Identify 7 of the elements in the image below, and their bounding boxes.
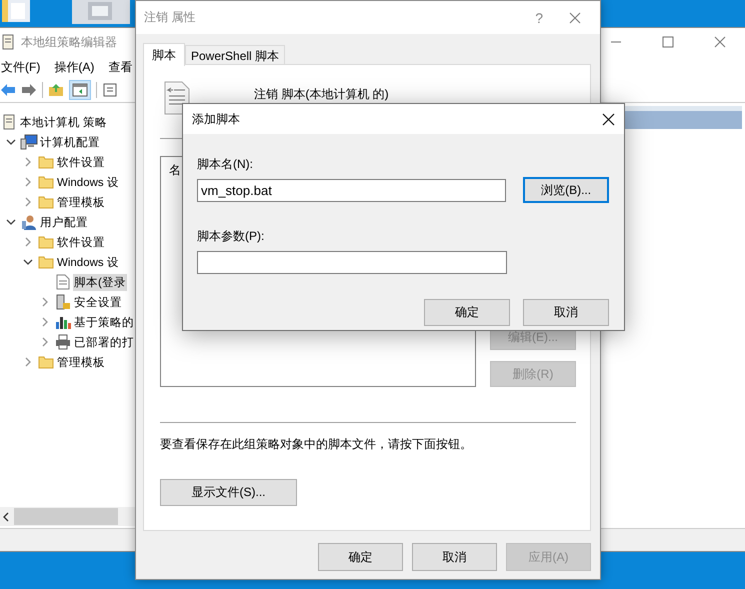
field-label: 脚本名(N): bbox=[197, 156, 254, 173]
field-label: 脚本参数(P): bbox=[197, 228, 266, 245]
script-heading: 注销 脚本(本地计算机 的) bbox=[254, 87, 389, 101]
dialog-title: 添加脚本 bbox=[192, 110, 240, 128]
note-text: 要查看保存在此组策略对象中的脚本文件，请按下面按钮。 bbox=[160, 436, 473, 453]
window-title: 本地组策略编辑器 bbox=[21, 34, 117, 50]
dialog-title: 注销 属性 bbox=[144, 9, 196, 26]
